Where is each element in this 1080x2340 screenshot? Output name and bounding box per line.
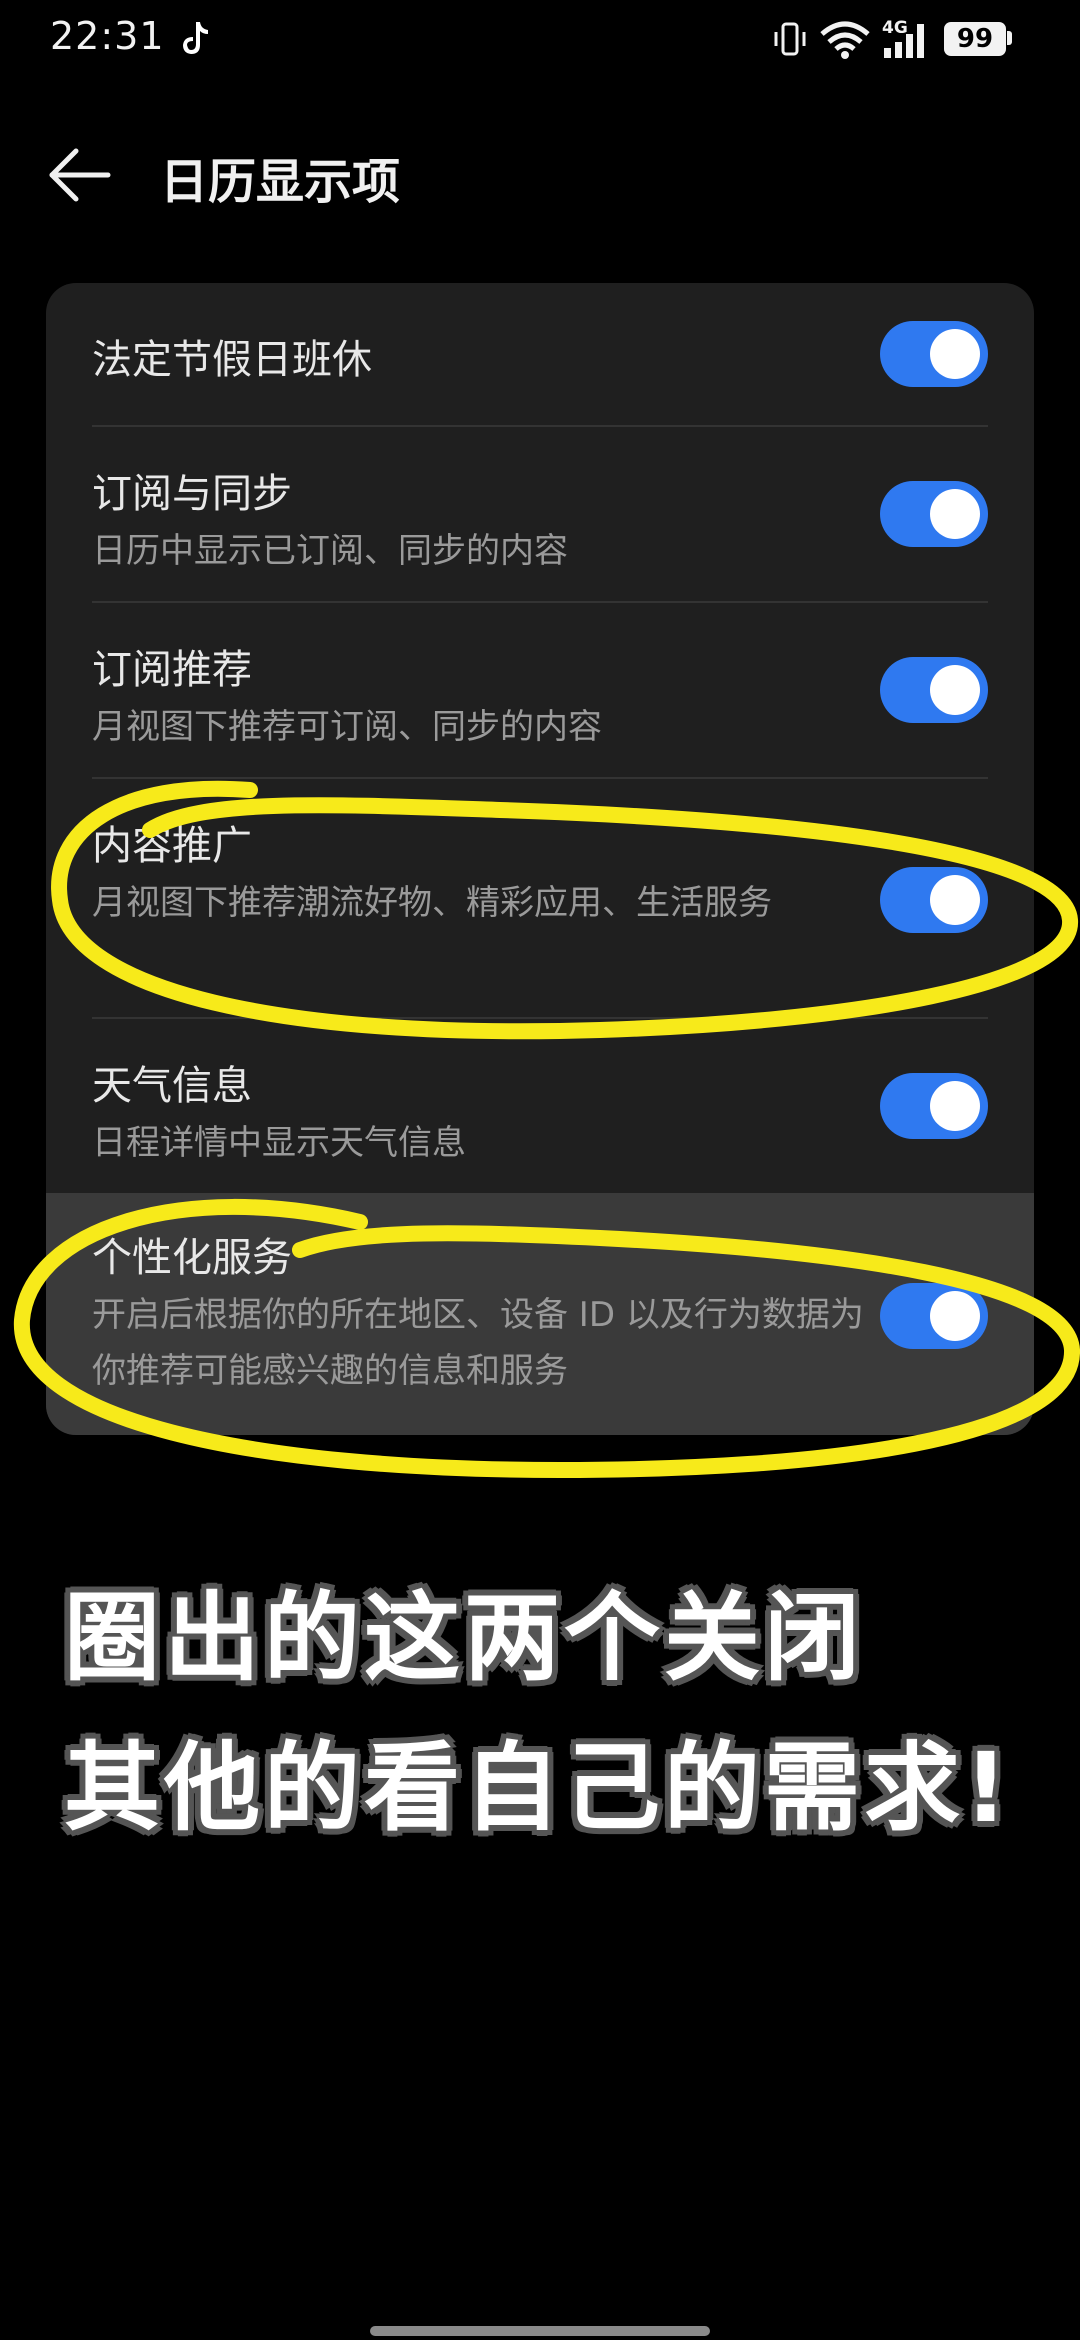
home-indicator[interactable] [370,2326,710,2336]
setting-title: 天气信息 [92,1063,252,1109]
subscribe-recommend-toggle[interactable] [880,657,988,723]
toggle-knob [930,489,980,539]
battery-indicator: 99 [944,22,1006,56]
vibrate-icon [774,22,806,56]
toggle-knob [930,1291,980,1341]
toggle-knob [930,665,980,715]
subscribe-sync-toggle[interactable] [880,481,988,547]
holidays-toggle[interactable] [880,321,988,387]
setting-description: 月视图下推荐潮流好物、精彩应用、生活服务 [92,883,772,923]
setting-row-weather[interactable]: 天气信息 日程详情中显示天气信息 [46,1019,1034,1193]
content-promotion-toggle[interactable] [880,867,988,933]
setting-description: 开启后根据你的所在地区、设备 ID 以及行为数据为你推荐可能感兴趣的信息和服务 [92,1295,864,1391]
setting-row-subscribe-sync[interactable]: 订阅与同步 日历中显示已订阅、同步的内容 [46,427,1034,601]
weather-toggle[interactable] [880,1073,988,1139]
tiktok-icon [183,22,208,54]
setting-title: 法定节假日班休 [92,337,372,383]
setting-description: 日程详情中显示天气信息 [92,1123,466,1163]
setting-row-holidays[interactable]: 法定节假日班休 [46,283,1034,425]
toggle-knob [930,329,980,379]
setting-description: 日历中显示已订阅、同步的内容 [92,531,568,571]
setting-row-personalized-service[interactable]: 个性化服务 开启后根据你的所在地区、设备 ID 以及行为数据为你推荐可能感兴趣的… [46,1193,1034,1435]
setting-title: 订阅推荐 [92,647,252,693]
settings-card: 法定节假日班休 订阅与同步 日历中显示已订阅、同步的内容 订阅推荐 月视图下推荐… [46,283,1034,1435]
wifi-icon [820,21,870,59]
annotation-note-line-2: 其他的看自己的需求! [64,1732,1012,1844]
annotation-note-line-1: 圈出的这两个关闭 [64,1582,864,1694]
personalized-service-toggle[interactable] [880,1283,988,1349]
back-arrow-icon[interactable] [42,140,122,210]
setting-title: 个性化服务 [92,1235,292,1281]
setting-row-content-promotion[interactable]: 内容推广 月视图下推荐潮流好物、精彩应用、生活服务 [46,779,1034,1017]
setting-title: 内容推广 [92,823,252,869]
calendar-display-settings-screen: 22:31 4G 99 日历显示项 法定节假日班休 订阅与同步 日历中显示已订阅… [0,0,1080,2340]
toggle-knob [930,1081,980,1131]
battery-cap [1007,31,1012,45]
setting-description: 月视图下推荐可订阅、同步的内容 [92,707,602,747]
status-bar: 22:31 4G 99 [0,0,1080,80]
setting-row-subscribe-recommend[interactable]: 订阅推荐 月视图下推荐可订阅、同步的内容 [46,603,1034,777]
page-title: 日历显示项 [160,154,401,210]
status-time: 22:31 [50,14,165,58]
toggle-knob [930,875,980,925]
cellular-signal-icon [884,24,924,58]
setting-title: 订阅与同步 [92,471,292,517]
